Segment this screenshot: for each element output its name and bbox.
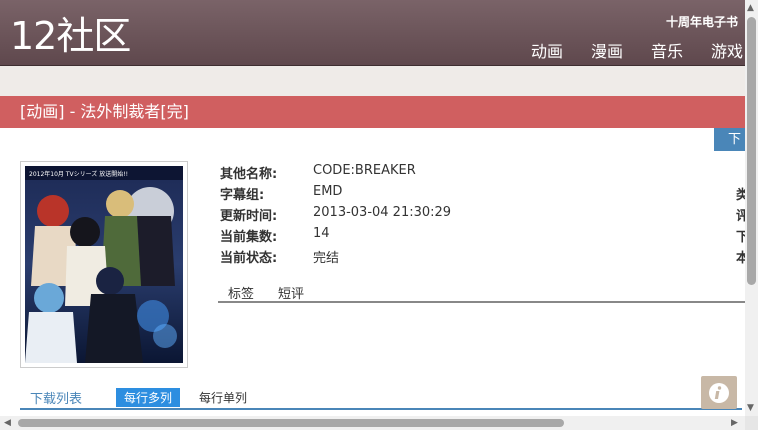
arrow-left-icon[interactable]: ◀ [4,418,11,428]
arrow-down-icon[interactable]: ▼ [747,403,754,413]
nav-item-music[interactable]: 音乐 [651,38,683,62]
cover-artwork: 2012年10月 TVシリーズ 放送開始!! [25,166,183,363]
cover-caption: 2012年10月 TVシリーズ 放送開始!! [29,170,128,178]
vertical-scroll-thumb[interactable] [747,17,756,285]
detail-value: 14 [313,226,330,241]
cover-image: 2012年10月 TVシリーズ 放送開始!! [20,161,188,368]
download-button[interactable]: 下 [714,128,745,151]
tab-tags[interactable]: 标签 [228,283,254,302]
detail-value: 2013-03-04 21:30:29 [313,205,452,220]
main-nav: 动画 漫画 音乐 游戏 [531,38,743,62]
detail-label: 当前集数: [220,230,278,245]
download-list-bar: 下载列表 每行多列 每行单列 [20,386,742,410]
detail-label: 字幕组: [220,188,265,203]
detail-label: 当前状态: [220,251,278,266]
info-icon[interactable] [701,376,737,409]
detail-value: 完结 [313,251,340,266]
anniversary-link[interactable]: 十周年电子书 [666,13,738,30]
detail-row-status: 当前状态: 完结 本 [220,247,749,268]
detail-row-subgroup: 字幕组: EMD 类 [220,184,749,205]
info-glyph [709,383,729,403]
detail-label: 其他名称: [220,167,278,182]
detail-row-alias: 其他名称: CODE:BREAKER [220,163,740,184]
nav-item-games[interactable]: 游戏 [711,38,743,62]
page-title: [动画] - 法外制裁者[完] [0,96,745,128]
horizontal-scrollbar[interactable]: ◀ ▶ [0,416,745,430]
scrollbar-corner [745,416,758,430]
site-logo[interactable]: 12社区 [10,12,131,60]
multi-column-button[interactable]: 每行多列 [116,388,181,407]
single-column-button[interactable]: 每行单列 [199,389,247,406]
detail-row-episodes: 当前集数: 14 下 [220,226,749,247]
nav-item-manga[interactable]: 漫画 [591,38,623,62]
vertical-scrollbar[interactable]: ▲ ▼ [745,0,758,416]
nav-item-anime[interactable]: 动画 [531,38,563,62]
arrow-up-icon[interactable]: ▲ [747,3,754,13]
detail-value: CODE:BREAKER [313,163,416,178]
arrow-right-icon[interactable]: ▶ [731,418,738,428]
detail-label: 更新时间: [220,209,278,224]
tab-reviews[interactable]: 短评 [278,283,304,302]
info-tabs: 标签 短评 [218,283,745,303]
header-band [0,66,758,96]
download-list-title[interactable]: 下载列表 [30,388,82,407]
site-header: 12社区 十周年电子书 动画 漫画 音乐 游戏 [0,0,758,66]
detail-row-updated: 更新时间: 2013-03-04 21:30:29 评 [220,205,749,226]
detail-value[interactable]: EMD [313,184,342,199]
horizontal-scroll-thumb[interactable] [18,419,564,427]
